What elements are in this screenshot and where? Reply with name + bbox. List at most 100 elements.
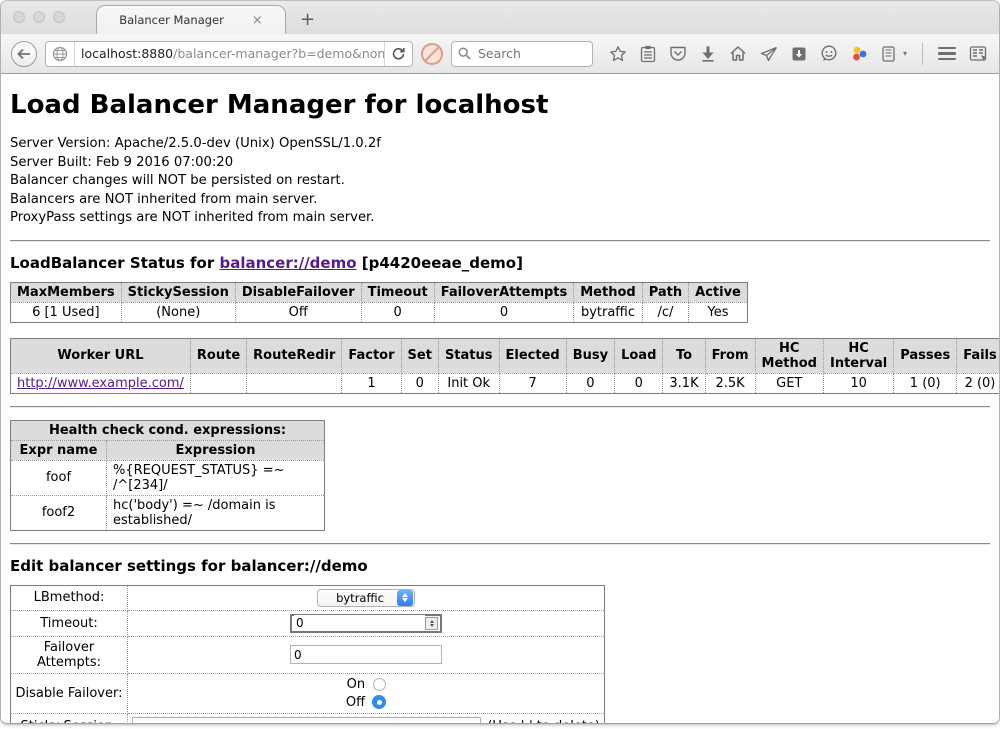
val-expr-name-2: foof2 [11,495,107,530]
divider [10,240,990,242]
val-set: 0 [401,373,438,393]
balancer-demo-link[interactable]: balancer://demo [219,254,356,272]
col-hc-interval: HC Interval [823,338,893,373]
health-check-table: Health check cond. expressions: Expr nam… [10,420,325,531]
timeout-input[interactable] [294,615,425,631]
divider [10,406,990,408]
search-bar[interactable] [451,41,593,67]
col-stickysession: StickySession [121,282,235,302]
tab-close-icon[interactable]: × [252,13,263,28]
lbmethod-select[interactable]: bytraffic [317,589,415,607]
balancer-header-row: MaxMembers StickySession DisableFailover… [11,282,748,302]
back-icon [17,48,31,60]
server-built: Server Built: Feb 9 2016 07:00:20 [10,154,990,173]
select-stepper-icon [397,590,413,606]
val-factor: 1 [342,373,401,393]
col-disablefailover: DisableFailover [235,282,361,302]
col-passes: Passes [894,338,957,373]
timeout-input-wrap [290,614,442,633]
toolbar-separator [922,43,923,65]
col-path: Path [642,282,688,302]
back-button[interactable] [11,41,37,67]
zoom-window-button[interactable] [53,11,65,23]
col-expr-name: Expr name [11,440,107,460]
menu-icon[interactable] [938,47,956,61]
status-heading-suffix: [p4420eeae_demo] [357,254,523,272]
bookmark-star-icon[interactable] [609,45,627,63]
radio-on[interactable] [373,678,386,691]
radio-off[interactable] [372,695,386,709]
col-status: Status [438,338,499,373]
sticky-session-row: Sticky Session: (Use '-' to delete) [11,713,605,723]
val-hc-interval: 10 [823,373,893,393]
edit-settings-heading: Edit balancer settings for balancer://de… [10,557,990,575]
chat-icon[interactable] [820,45,838,62]
col-hc-method: HC Method [755,338,823,373]
screenshot-icon[interactable] [969,45,988,63]
navigation-toolbar: localhost:8880/balancer-manager?b=demo&n… [1,34,999,74]
notice-inherit: Balancers are NOT inherited from main se… [10,191,990,210]
failover-attempts-input[interactable] [290,645,442,664]
status-heading-prefix: LoadBalancer Status for [10,254,219,272]
save-page-icon[interactable] [791,46,807,62]
col-routeredir: RouteRedir [247,338,342,373]
val-hc-method: GET [755,373,823,393]
divider [10,543,990,545]
tab-title: Balancer Manager [119,13,224,27]
reload-button[interactable] [384,42,412,66]
new-tab-button[interactable]: + [300,9,315,30]
sticky-session-input[interactable] [132,717,481,724]
page-title: Load Balancer Manager for localhost [10,90,990,120]
send-icon[interactable] [760,46,778,62]
col-busy: Busy [566,338,614,373]
val-elected: 7 [499,373,566,393]
server-version: Server Version: Apache/2.5.0-dev (Unix) … [10,135,990,154]
disable-failover-row: Disable Failover: On Off [11,673,605,713]
number-spinner-icon[interactable] [425,617,438,630]
sticky-session-hint: (Use '-' to delete) [487,719,600,724]
health-header-row: Expr name Expression [11,440,325,460]
col-elected: Elected [499,338,566,373]
val-expression-2: hc('body') =~ /domain is established/ [107,495,325,530]
timeout-row: Timeout: [11,610,605,636]
val-route [190,373,246,393]
col-worker-url: Worker URL [11,338,191,373]
val-active: Yes [689,302,748,322]
close-window-button[interactable] [13,11,25,23]
url-path: /balancer-manager?b=demo&nonce=decc37be-… [173,46,384,61]
url-bar[interactable]: localhost:8880/balancer-manager?b=demo&n… [45,41,413,67]
balancer-status-table: MaxMembers StickySession DisableFailover… [10,282,748,323]
extension-dots-icon[interactable] [851,45,868,62]
window-controls[interactable] [13,11,65,23]
notice-proxypass: ProxyPass settings are NOT inherited fro… [10,209,990,228]
dropdown-caret-icon[interactable]: ▾ [903,49,907,58]
val-status: Init Ok [438,373,499,393]
status-heading: LoadBalancer Status for balancer://demo … [10,254,990,272]
home-icon[interactable] [729,45,747,62]
reload-icon [392,47,405,60]
failover-attempts-row: Failover Attempts: [11,636,605,673]
site-identity-box[interactable] [46,42,75,66]
col-failoverattempts: FailoverAttempts [434,282,574,302]
val-fails: 2 (0) [957,373,999,393]
block-icon[interactable] [421,43,443,65]
download-icon[interactable] [700,45,716,62]
url-domain: localhost:8880 [81,46,173,61]
worker-data-row: http://www.example.com/ 1 0 Init Ok 7 0 … [11,373,1000,393]
url-text[interactable]: localhost:8880/balancer-manager?b=demo&n… [75,46,384,61]
val-path: /c/ [642,302,688,322]
val-disablefailover: Off [235,302,361,322]
toolbar-icons: ▾ [609,43,988,65]
col-timeout: Timeout [361,282,434,302]
search-input[interactable] [476,45,576,62]
col-set: Set [401,338,438,373]
col-load: Load [615,338,663,373]
tab-balancer-manager[interactable]: Balancer Manager × [96,5,286,34]
worker-url-link[interactable]: http://www.example.com/ [17,376,184,391]
minimize-window-button[interactable] [33,11,45,23]
reading-list-icon[interactable] [640,45,656,63]
containers-icon[interactable] [881,45,896,63]
val-method: bytraffic [574,302,642,322]
globe-icon [52,46,68,62]
pocket-icon[interactable] [669,45,687,62]
